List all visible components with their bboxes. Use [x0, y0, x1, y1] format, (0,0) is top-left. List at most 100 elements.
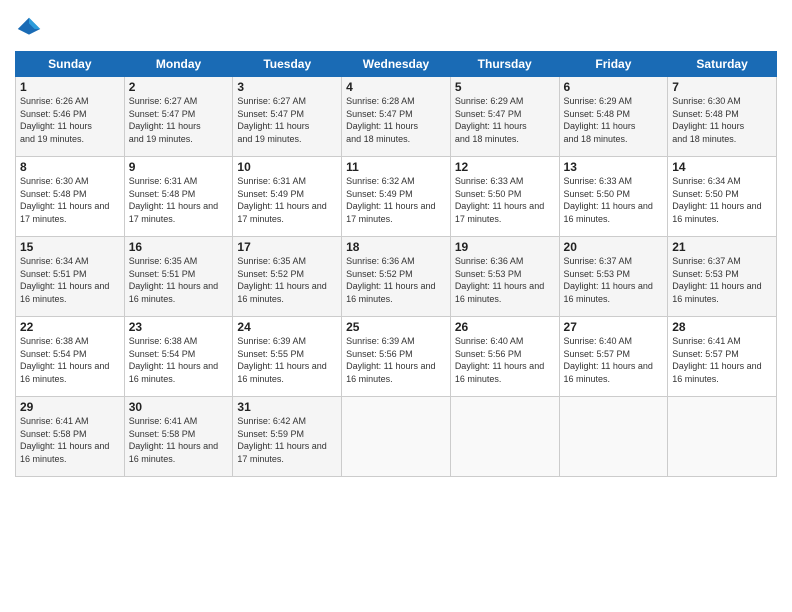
calendar-cell: [450, 397, 559, 477]
day-info: Sunrise: 6:35 AMSunset: 5:51 PMDaylight:…: [129, 256, 218, 304]
day-info: Sunrise: 6:41 AMSunset: 5:57 PMDaylight:…: [672, 336, 761, 384]
calendar-cell: 21 Sunrise: 6:37 AMSunset: 5:53 PMDayligh…: [668, 237, 777, 317]
day-number: 2: [129, 80, 229, 94]
day-number: 17: [237, 240, 337, 254]
calendar-cell: 22 Sunrise: 6:38 AMSunset: 5:54 PMDayligh…: [16, 317, 125, 397]
day-info: Sunrise: 6:38 AMSunset: 5:54 PMDaylight:…: [20, 336, 109, 384]
calendar-cell: 14 Sunrise: 6:34 AMSunset: 5:50 PMDayligh…: [668, 157, 777, 237]
day-number: 22: [20, 320, 120, 334]
calendar-cell: 12 Sunrise: 6:33 AMSunset: 5:50 PMDayligh…: [450, 157, 559, 237]
day-number: 13: [564, 160, 664, 174]
weekday-header-row: Sunday Monday Tuesday Wednesday Thursday…: [16, 52, 777, 77]
day-number: 31: [237, 400, 337, 414]
calendar-cell: 5 Sunrise: 6:29 AMSunset: 5:47 PMDaylight…: [450, 77, 559, 157]
calendar-table: Sunday Monday Tuesday Wednesday Thursday…: [15, 51, 777, 477]
day-info: Sunrise: 6:41 AMSunset: 5:58 PMDaylight:…: [20, 416, 109, 464]
calendar-container: Sunday Monday Tuesday Wednesday Thursday…: [0, 0, 792, 487]
day-number: 29: [20, 400, 120, 414]
header-wednesday: Wednesday: [342, 52, 451, 77]
calendar-cell: 27Sunrise: 6:40 AMSunset: 5:57 PMDayligh…: [559, 317, 668, 397]
day-info: Sunrise: 6:38 AMSunset: 5:54 PMDaylight:…: [129, 336, 218, 384]
calendar-cell: 18 Sunrise: 6:36 AMSunset: 5:52 PMDayligh…: [342, 237, 451, 317]
day-info: Sunrise: 6:39 AMSunset: 5:56 PMDaylight:…: [346, 336, 435, 384]
day-info: Sunrise: 6:28 AMSunset: 5:47 PMDaylight:…: [346, 96, 418, 144]
calendar-week-row: 22 Sunrise: 6:38 AMSunset: 5:54 PMDayligh…: [16, 317, 777, 397]
calendar-cell: 19Sunrise: 6:36 AMSunset: 5:53 PMDayligh…: [450, 237, 559, 317]
calendar-cell: 15Sunrise: 6:34 AMSunset: 5:51 PMDayligh…: [16, 237, 125, 317]
calendar-cell: 7Sunrise: 6:30 AMSunset: 5:48 PMDaylight…: [668, 77, 777, 157]
day-info: Sunrise: 6:40 AMSunset: 5:56 PMDaylight:…: [455, 336, 544, 384]
calendar-cell: 17 Sunrise: 6:35 AMSunset: 5:52 PMDayligh…: [233, 237, 342, 317]
day-info: Sunrise: 6:40 AMSunset: 5:57 PMDaylight:…: [564, 336, 653, 384]
day-number: 24: [237, 320, 337, 334]
calendar-cell: 28 Sunrise: 6:41 AMSunset: 5:57 PMDayligh…: [668, 317, 777, 397]
calendar-cell: 6Sunrise: 6:29 AMSunset: 5:48 PMDaylight…: [559, 77, 668, 157]
day-info: Sunrise: 6:39 AMSunset: 5:55 PMDaylight:…: [237, 336, 326, 384]
day-info: Sunrise: 6:33 AMSunset: 5:50 PMDaylight:…: [455, 176, 544, 224]
calendar-cell: 10Sunrise: 6:31 AMSunset: 5:49 PMDayligh…: [233, 157, 342, 237]
day-info: Sunrise: 6:37 AMSunset: 5:53 PMDaylight:…: [672, 256, 761, 304]
calendar-cell: 2 Sunrise: 6:27 AMSunset: 5:47 PMDaylight…: [124, 77, 233, 157]
day-info: Sunrise: 6:34 AMSunset: 5:50 PMDaylight:…: [672, 176, 761, 224]
header: [15, 15, 777, 43]
day-number: 5: [455, 80, 555, 94]
header-sunday: Sunday: [16, 52, 125, 77]
day-number: 26: [455, 320, 555, 334]
day-info: Sunrise: 6:31 AMSunset: 5:49 PMDaylight:…: [237, 176, 326, 224]
calendar-week-row: 15Sunrise: 6:34 AMSunset: 5:51 PMDayligh…: [16, 237, 777, 317]
calendar-cell: 29 Sunrise: 6:41 AMSunset: 5:58 PMDayligh…: [16, 397, 125, 477]
day-info: Sunrise: 6:26 AMSunset: 5:46 PMDaylight:…: [20, 96, 92, 144]
calendar-cell: 8 Sunrise: 6:30 AMSunset: 5:48 PMDaylight…: [16, 157, 125, 237]
day-info: Sunrise: 6:41 AMSunset: 5:58 PMDaylight:…: [129, 416, 218, 464]
calendar-cell: [342, 397, 451, 477]
day-info: Sunrise: 6:35 AMSunset: 5:52 PMDaylight:…: [237, 256, 326, 304]
calendar-cell: [668, 397, 777, 477]
header-thursday: Thursday: [450, 52, 559, 77]
day-number: 11: [346, 160, 446, 174]
day-number: 23: [129, 320, 229, 334]
day-info: Sunrise: 6:42 AMSunset: 5:59 PMDaylight:…: [237, 416, 326, 464]
calendar-week-row: 8 Sunrise: 6:30 AMSunset: 5:48 PMDaylight…: [16, 157, 777, 237]
calendar-cell: 11Sunrise: 6:32 AMSunset: 5:49 PMDayligh…: [342, 157, 451, 237]
calendar-cell: 3 Sunrise: 6:27 AMSunset: 5:47 PMDaylight…: [233, 77, 342, 157]
day-info: Sunrise: 6:29 AMSunset: 5:47 PMDaylight:…: [455, 96, 527, 144]
logo-icon: [15, 15, 43, 43]
day-number: 19: [455, 240, 555, 254]
calendar-cell: 4 Sunrise: 6:28 AMSunset: 5:47 PMDaylight…: [342, 77, 451, 157]
header-monday: Monday: [124, 52, 233, 77]
day-number: 14: [672, 160, 772, 174]
day-info: Sunrise: 6:27 AMSunset: 5:47 PMDaylight:…: [129, 96, 201, 144]
header-friday: Friday: [559, 52, 668, 77]
day-number: 6: [564, 80, 664, 94]
day-number: 15: [20, 240, 120, 254]
day-number: 4: [346, 80, 446, 94]
day-number: 21: [672, 240, 772, 254]
calendar-week-row: 29 Sunrise: 6:41 AMSunset: 5:58 PMDayligh…: [16, 397, 777, 477]
day-info: Sunrise: 6:37 AMSunset: 5:53 PMDaylight:…: [564, 256, 653, 304]
calendar-cell: 31 Sunrise: 6:42 AMSunset: 5:59 PMDayligh…: [233, 397, 342, 477]
day-number: 8: [20, 160, 120, 174]
day-number: 12: [455, 160, 555, 174]
calendar-cell: 13 Sunrise: 6:33 AMSunset: 5:50 PMDayligh…: [559, 157, 668, 237]
calendar-week-row: 1Sunrise: 6:26 AMSunset: 5:46 PMDaylight…: [16, 77, 777, 157]
day-number: 28: [672, 320, 772, 334]
calendar-cell: 1Sunrise: 6:26 AMSunset: 5:46 PMDaylight…: [16, 77, 125, 157]
calendar-cell: 26 Sunrise: 6:40 AMSunset: 5:56 PMDayligh…: [450, 317, 559, 397]
day-number: 3: [237, 80, 337, 94]
calendar-cell: 24 Sunrise: 6:39 AMSunset: 5:55 PMDayligh…: [233, 317, 342, 397]
logo: [15, 15, 47, 43]
day-info: Sunrise: 6:27 AMSunset: 5:47 PMDaylight:…: [237, 96, 309, 144]
calendar-cell: 16Sunrise: 6:35 AMSunset: 5:51 PMDayligh…: [124, 237, 233, 317]
day-info: Sunrise: 6:30 AMSunset: 5:48 PMDaylight:…: [20, 176, 109, 224]
header-saturday: Saturday: [668, 52, 777, 77]
calendar-cell: 9Sunrise: 6:31 AMSunset: 5:48 PMDaylight…: [124, 157, 233, 237]
calendar-cell: 30Sunrise: 6:41 AMSunset: 5:58 PMDayligh…: [124, 397, 233, 477]
day-info: Sunrise: 6:33 AMSunset: 5:50 PMDaylight:…: [564, 176, 653, 224]
calendar-cell: 23 Sunrise: 6:38 AMSunset: 5:54 PMDayligh…: [124, 317, 233, 397]
header-tuesday: Tuesday: [233, 52, 342, 77]
day-number: 18: [346, 240, 446, 254]
calendar-cell: 20Sunrise: 6:37 AMSunset: 5:53 PMDayligh…: [559, 237, 668, 317]
day-info: Sunrise: 6:31 AMSunset: 5:48 PMDaylight:…: [129, 176, 218, 224]
day-number: 7: [672, 80, 772, 94]
day-info: Sunrise: 6:36 AMSunset: 5:52 PMDaylight:…: [346, 256, 435, 304]
